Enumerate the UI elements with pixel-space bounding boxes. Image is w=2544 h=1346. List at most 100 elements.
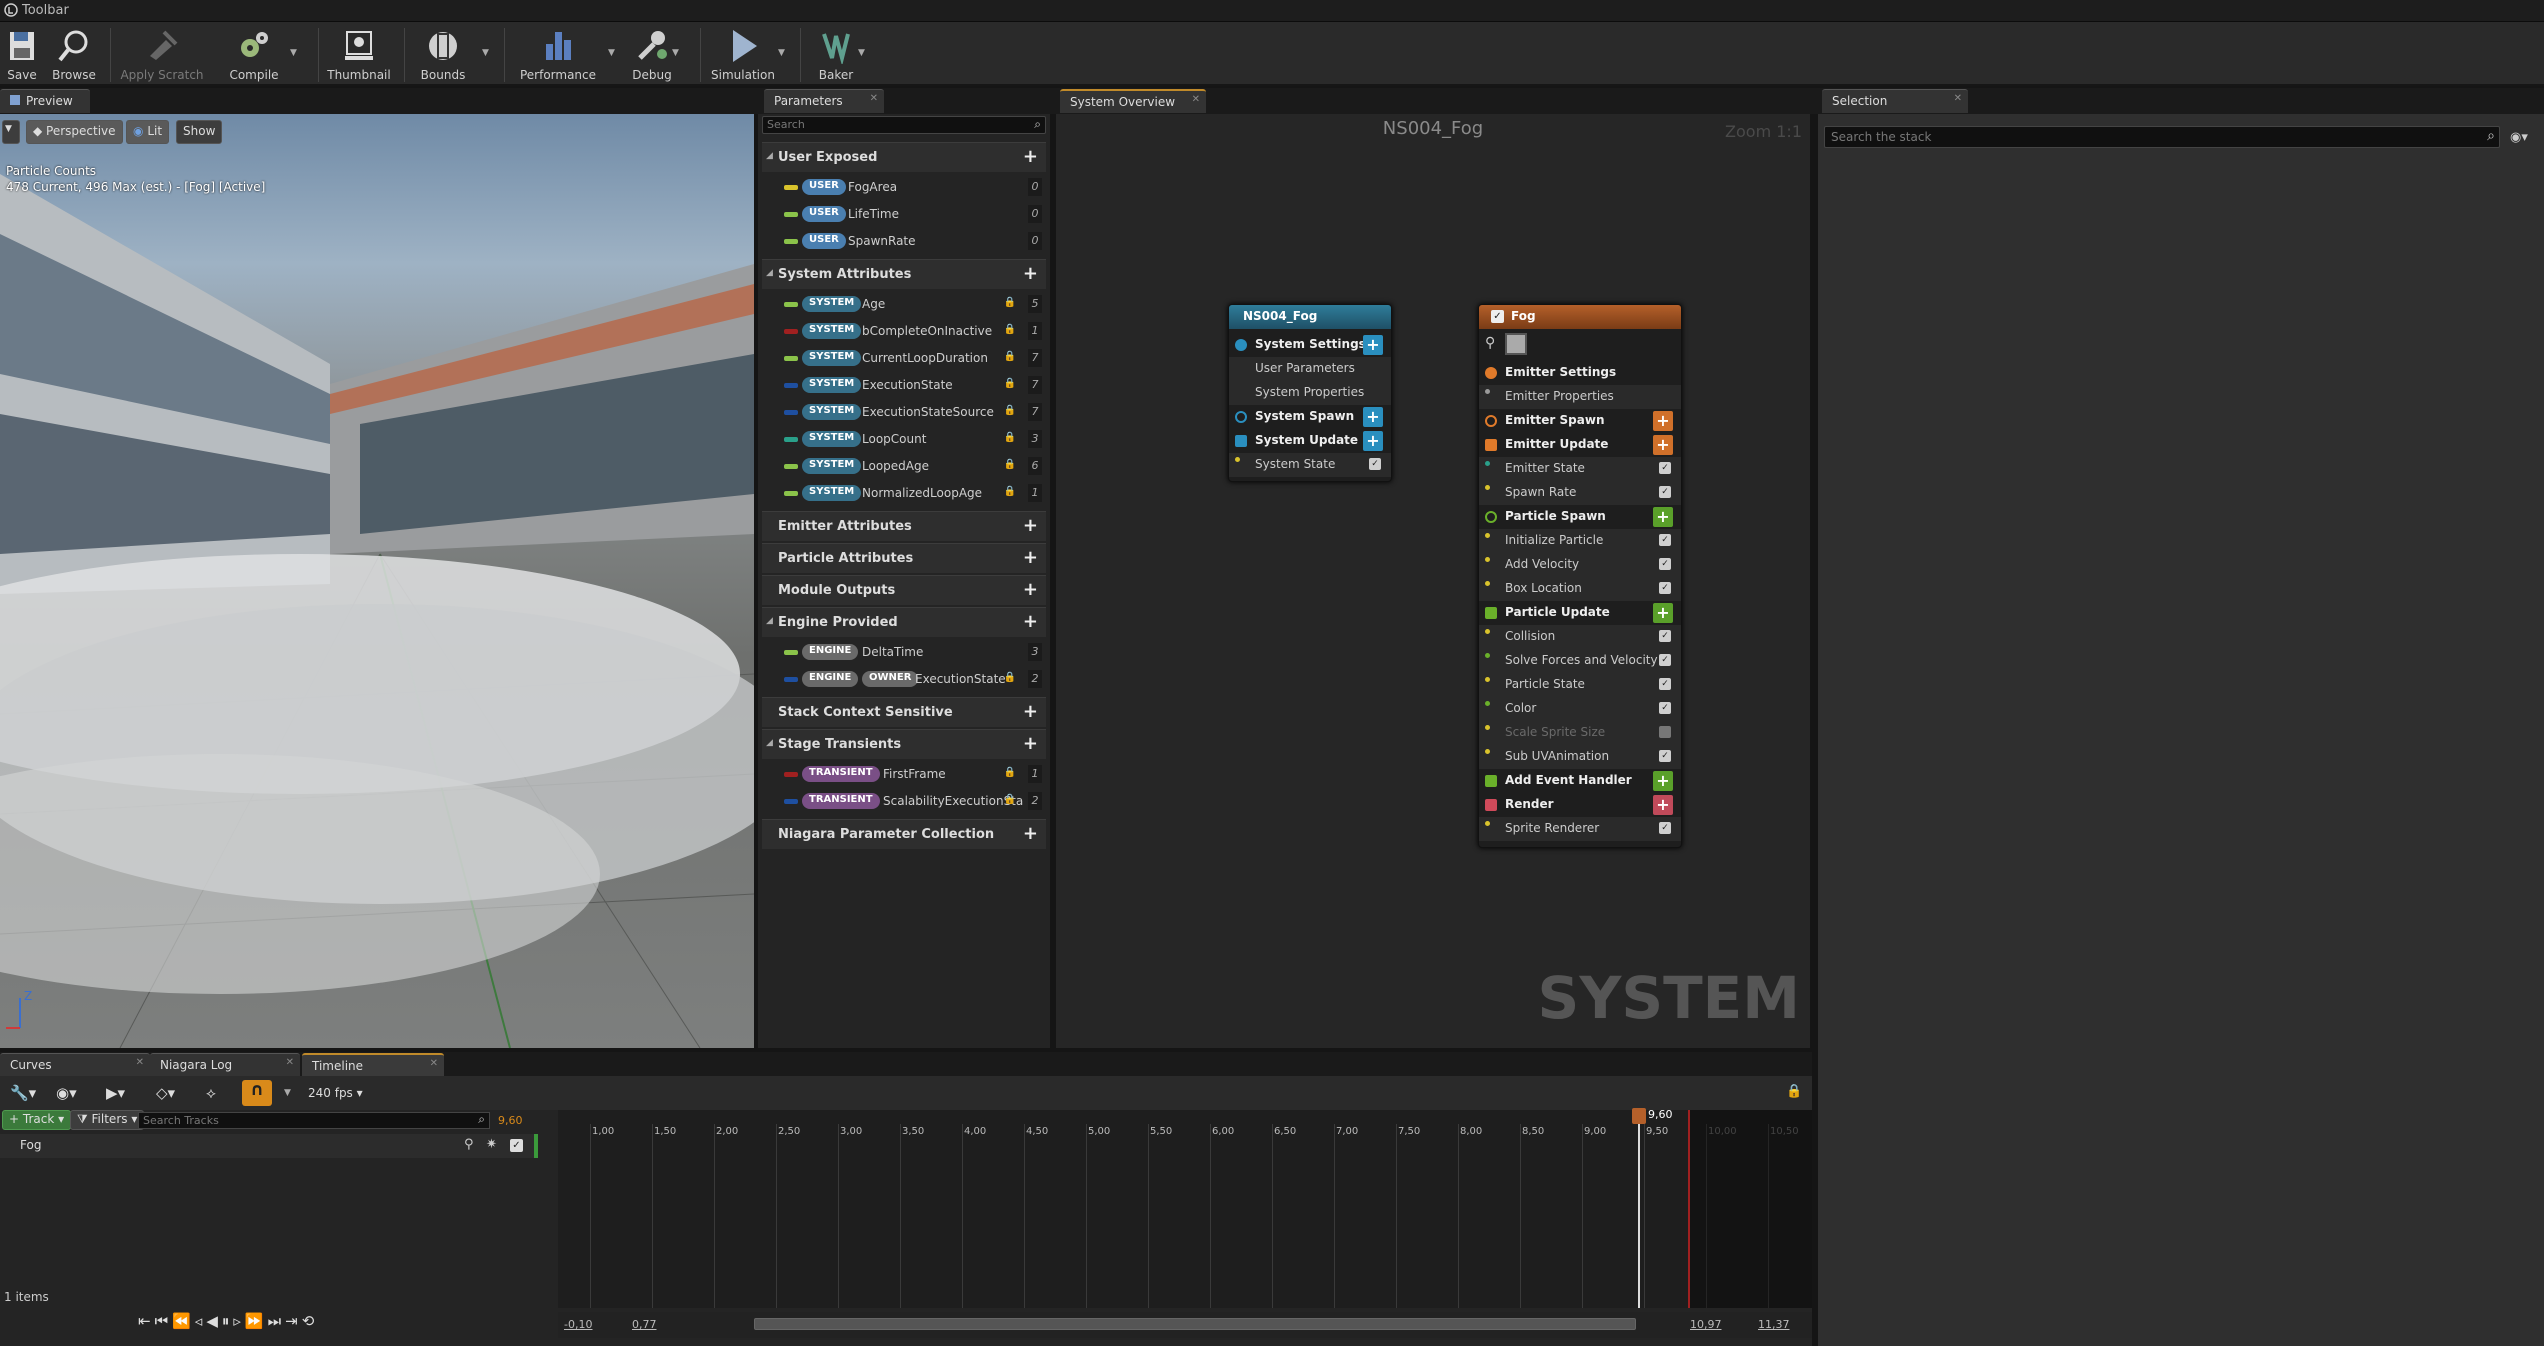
enabled-checkbox[interactable]: ✓ bbox=[1659, 558, 1671, 570]
add-parameter-icon[interactable]: + bbox=[1023, 146, 1038, 167]
emitter-stack-row[interactable]: Emitter Spawn + bbox=[1479, 409, 1681, 433]
add-parameter-icon[interactable]: + bbox=[1023, 733, 1038, 754]
key-options-icon[interactable]: ◇▾ bbox=[156, 1084, 175, 1102]
parameters-search-input[interactable]: Search ⌕ bbox=[762, 116, 1046, 134]
eye-visibility-icon[interactable]: ◉▾ bbox=[2510, 130, 2528, 145]
add-parameter-icon[interactable]: + bbox=[1023, 515, 1038, 536]
viewport-options-button[interactable]: ▼ bbox=[2, 120, 20, 144]
track-enabled-checkbox[interactable]: ✓ bbox=[510, 1139, 523, 1152]
lit-button[interactable]: ◉ Lit bbox=[126, 120, 170, 144]
parameter-row[interactable]: USER LifeTime 0 bbox=[762, 201, 1046, 228]
parameter-row[interactable]: TRANSIENT ScalabilityExecutionSta 🔒 2 bbox=[762, 788, 1046, 815]
enabled-checkbox[interactable]: ✓ bbox=[1659, 750, 1671, 762]
thumbnail-button[interactable]: Thumbnail bbox=[326, 24, 392, 84]
emitter-stack-row[interactable]: Initialize Particle ✓ bbox=[1479, 529, 1681, 553]
system-spawn-row[interactable]: System Spawn + bbox=[1229, 405, 1391, 429]
tab-preview[interactable]: Preview bbox=[0, 89, 90, 113]
pin-icon[interactable]: ⚲ bbox=[464, 1137, 474, 1152]
auto-key-icon[interactable]: ⟡ bbox=[206, 1084, 216, 1102]
add-module-icon[interactable]: + bbox=[1653, 411, 1673, 431]
simulation-button[interactable]: Simulation bbox=[708, 24, 778, 84]
emitter-stack-row[interactable]: Add Velocity ✓ bbox=[1479, 553, 1681, 577]
browse-button[interactable]: Browse bbox=[48, 24, 100, 84]
close-icon[interactable]: ✕ bbox=[1954, 93, 1962, 104]
enabled-checkbox[interactable]: ✓ bbox=[1659, 702, 1671, 714]
expand-arrow-icon[interactable]: ◢ bbox=[766, 268, 773, 278]
tab-system-overview[interactable]: System Overview ✕ bbox=[1060, 89, 1206, 113]
track-row[interactable]: Fog ⚲ ✷ ✓ bbox=[0, 1134, 536, 1158]
compile-button[interactable]: Compile bbox=[222, 24, 286, 84]
enabled-checkbox[interactable]: ✓ bbox=[1659, 582, 1671, 594]
perspective-button[interactable]: ◆ Perspective bbox=[26, 120, 123, 144]
snap-dropdown-icon[interactable]: ▼ bbox=[284, 1088, 291, 1098]
expand-arrow-icon[interactable]: ◢ bbox=[766, 738, 773, 748]
emitter-stack-row[interactable]: Sprite Renderer ✓ bbox=[1479, 817, 1681, 841]
parameter-section-header[interactable]: Emitter Attributes + bbox=[762, 511, 1046, 541]
save-button[interactable]: Save bbox=[0, 24, 44, 84]
step-back-icon[interactable]: ⏪ bbox=[172, 1312, 195, 1330]
emitter-stack-row[interactable]: Emitter Settings bbox=[1479, 361, 1681, 385]
close-icon[interactable]: ✕ bbox=[870, 93, 878, 104]
add-module-icon[interactable]: + bbox=[1653, 771, 1673, 791]
pin-icon[interactable]: ⚲ bbox=[1485, 335, 1495, 351]
emitter-stack-row[interactable]: Box Location ✓ bbox=[1479, 577, 1681, 601]
parameter-section-header[interactable]: ◢ Stage Transients + bbox=[762, 729, 1046, 759]
enabled-checkbox[interactable]: ✓ bbox=[1659, 462, 1671, 474]
current-time-readout[interactable]: 9,60 bbox=[498, 1114, 523, 1127]
enabled-checkbox[interactable]: ✓ bbox=[1659, 486, 1671, 498]
debug-dropdown-icon[interactable]: ▼ bbox=[672, 48, 679, 58]
parameter-row[interactable]: SYSTEM ExecutionState 🔒 7 bbox=[762, 372, 1046, 399]
expand-arrow-icon[interactable]: ◢ bbox=[766, 151, 773, 161]
emitter-stack-row[interactable]: Emitter Properties bbox=[1479, 385, 1681, 409]
expand-arrow-icon[interactable]: ◢ bbox=[766, 616, 773, 626]
enabled-checkbox[interactable]: ✓ bbox=[1659, 822, 1671, 834]
emitter-stack-row[interactable]: Solve Forces and Velocity ✓ bbox=[1479, 649, 1681, 673]
system-node[interactable]: NS004_Fog System Settings + User Paramete… bbox=[1228, 304, 1392, 482]
tab-curves[interactable]: Curves ✕ bbox=[0, 1053, 150, 1077]
add-parameter-icon[interactable]: + bbox=[1023, 263, 1038, 284]
eye-icon[interactable]: ◉▾ bbox=[56, 1084, 77, 1102]
jump-to-end-icon[interactable]: ⇥ bbox=[285, 1312, 302, 1330]
jump-to-start-icon[interactable]: ⇤ bbox=[138, 1312, 155, 1330]
bounds-button[interactable]: Bounds bbox=[412, 24, 474, 84]
fps-selector[interactable]: 240 fps ▾ bbox=[308, 1086, 363, 1100]
add-icon[interactable]: + bbox=[1363, 335, 1383, 355]
range-view-start-value[interactable]: 0,77 bbox=[632, 1318, 657, 1331]
step-forward-icon[interactable]: ⏩ bbox=[245, 1312, 268, 1330]
add-parameter-icon[interactable]: + bbox=[1023, 547, 1038, 568]
add-module-icon[interactable]: + bbox=[1653, 795, 1673, 815]
parameter-row[interactable]: TRANSIENT FirstFrame 🔒 1 bbox=[762, 761, 1046, 788]
snap-magnet-icon[interactable]: ∩ bbox=[242, 1080, 272, 1106]
close-icon[interactable]: ✕ bbox=[430, 1058, 438, 1069]
parameter-row[interactable]: SYSTEM ExecutionStateSource 🔒 7 bbox=[762, 399, 1046, 426]
emitter-stack-row[interactable]: Scale Sprite Size bbox=[1479, 721, 1681, 745]
emitter-stack-row[interactable]: Emitter State ✓ bbox=[1479, 457, 1681, 481]
play-options-icon[interactable]: ▶▾ bbox=[106, 1084, 125, 1102]
next-key-icon[interactable]: ⏭ bbox=[268, 1312, 286, 1330]
pause-icon[interactable]: ⏸ bbox=[222, 1312, 234, 1330]
bounds-dropdown-icon[interactable]: ▼ bbox=[482, 48, 489, 58]
baker-button[interactable]: Baker bbox=[808, 24, 864, 84]
step-previous-frame-icon[interactable]: ◃ bbox=[195, 1312, 207, 1330]
parameter-section-header[interactable]: Stack Context Sensitive + bbox=[762, 697, 1046, 727]
tab-timeline[interactable]: Timeline ✕ bbox=[302, 1053, 444, 1077]
playhead-line[interactable] bbox=[1638, 1108, 1640, 1308]
add-parameter-icon[interactable]: + bbox=[1023, 579, 1038, 600]
close-icon[interactable]: ✕ bbox=[1192, 94, 1200, 105]
emitter-stack-row[interactable]: Particle Spawn + bbox=[1479, 505, 1681, 529]
playhead-handle[interactable] bbox=[1632, 1108, 1646, 1124]
apply-scratch-button[interactable]: Apply Scratch bbox=[118, 24, 206, 84]
emitter-stack-row[interactable]: Particle Update + bbox=[1479, 601, 1681, 625]
enabled-checkbox[interactable]: ✓ bbox=[1369, 458, 1381, 470]
search-tracks-input[interactable]: Search Tracks ⌕ bbox=[138, 1112, 490, 1129]
emitter-stack-row[interactable]: Sub UVAnimation ✓ bbox=[1479, 745, 1681, 769]
parameter-section-header[interactable]: Module Outputs + bbox=[762, 575, 1046, 605]
play-reverse-icon[interactable]: ◀ bbox=[206, 1312, 222, 1330]
system-update-row[interactable]: System Update + bbox=[1229, 429, 1391, 453]
lock-icon[interactable]: 🔒 bbox=[1786, 1084, 1802, 1099]
emitter-stack-row[interactable]: Particle State ✓ bbox=[1479, 673, 1681, 697]
parameter-row[interactable]: USER FogArea 0 bbox=[762, 174, 1046, 201]
preview-viewport[interactable]: ▼ ◆ Perspective ◉ Lit Show Particle Coun… bbox=[0, 114, 754, 1048]
debug-button[interactable]: Debug bbox=[626, 24, 678, 84]
range-view-end-value[interactable]: 10,97 bbox=[1690, 1318, 1722, 1331]
